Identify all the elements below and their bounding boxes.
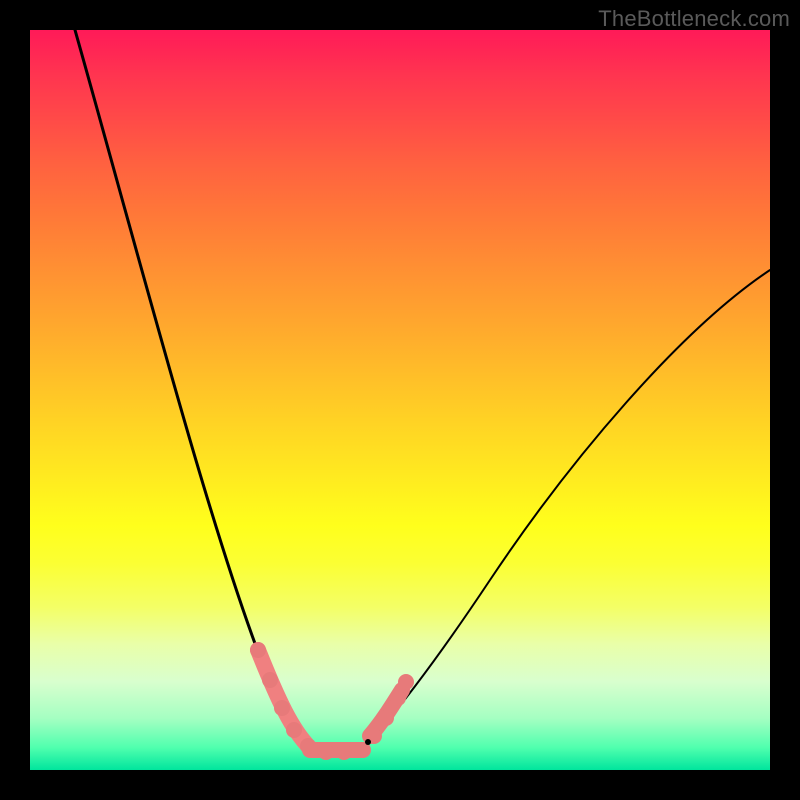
chart-svg	[30, 30, 770, 770]
marker-6	[336, 744, 352, 760]
series-left-curve	[75, 30, 312, 754]
marker-11	[398, 674, 414, 690]
series-right-curve	[370, 270, 770, 740]
chart-frame	[30, 30, 770, 770]
marker-9	[378, 710, 394, 726]
marker-4	[300, 738, 316, 754]
marker-2	[274, 700, 290, 716]
marker-10	[390, 690, 406, 706]
marker-12	[365, 739, 371, 745]
marker-0	[250, 642, 266, 658]
marker-1	[262, 672, 278, 688]
series-pink-overlay-left	[258, 650, 310, 748]
marker-3	[286, 722, 302, 738]
watermark-text: TheBottleneck.com	[598, 6, 790, 32]
marker-5	[318, 744, 334, 760]
